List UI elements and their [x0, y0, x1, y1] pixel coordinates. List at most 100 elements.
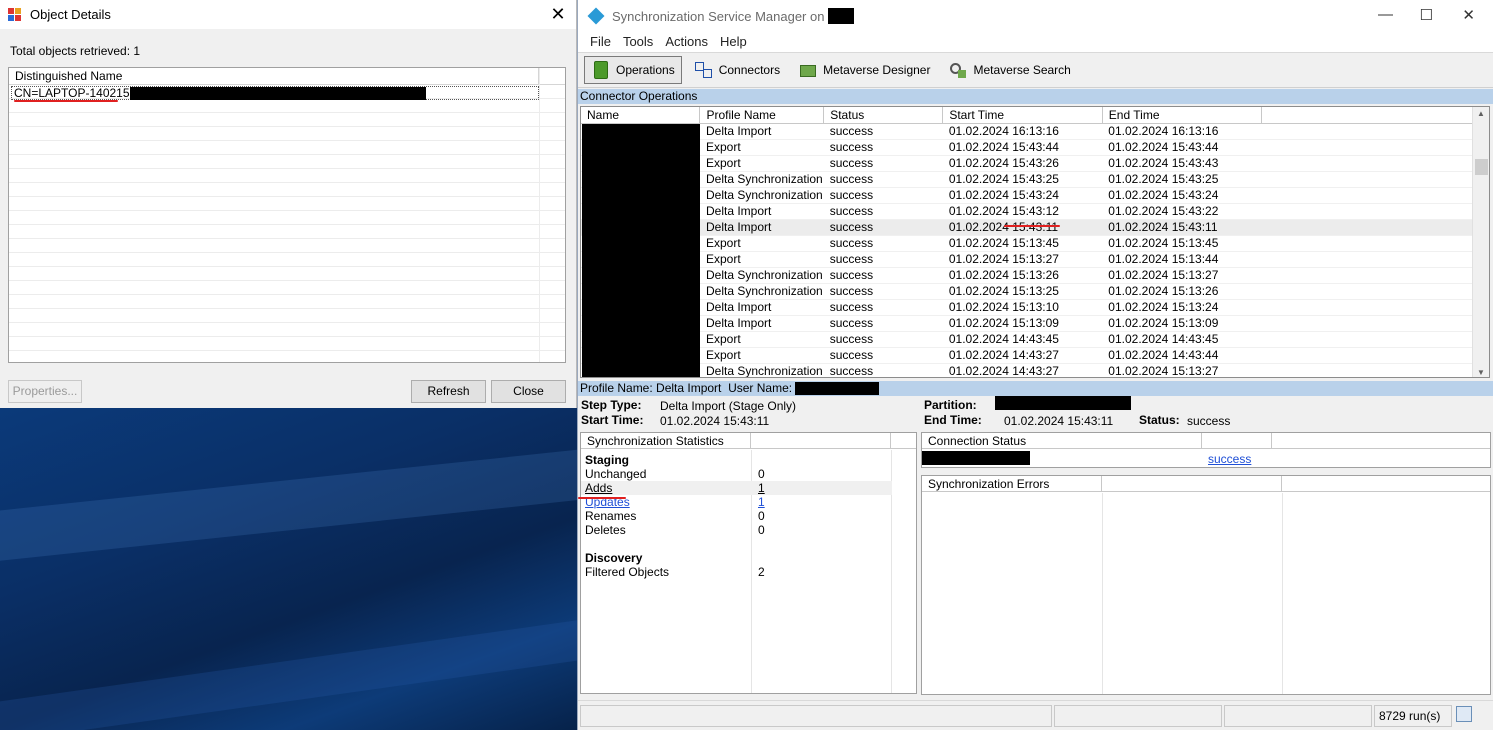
- start-time-cell: 01.02.2024 15:43:11: [942, 219, 1103, 236]
- step-type-label: Step Type:: [581, 398, 642, 412]
- operations-table[interactable]: Name Profile Name Status Start Time End …: [580, 106, 1490, 378]
- operation-row[interactable]: Delta Synchronization success 01.02.2024 1…: [581, 171, 1489, 188]
- profile-name-cell: Export: [699, 235, 824, 252]
- metaverse-search-label: Metaverse Search: [973, 63, 1071, 77]
- column-header-name[interactable]: Name: [581, 107, 701, 124]
- connectors-icon: [694, 60, 714, 80]
- profile-name-cell: Delta Import: [699, 203, 824, 220]
- end-time-cell: 01.02.2024 16:13:16: [1102, 123, 1262, 140]
- maximize-icon[interactable]: ☐: [1420, 6, 1433, 24]
- operation-row[interactable]: Delta Synchronization success 01.02.2024 1…: [581, 363, 1489, 377]
- close-button[interactable]: Close: [491, 380, 566, 403]
- connectors-button[interactable]: Connectors: [688, 56, 786, 84]
- operation-row[interactable]: Delta Synchronization success 01.02.2024 1…: [581, 267, 1489, 284]
- operation-row[interactable]: Delta Import success 01.02.2024 16:13:16 01…: [581, 123, 1489, 140]
- adds-label: Adds: [585, 481, 613, 495]
- operation-row[interactable]: Delta Synchronization success 01.02.2024 1…: [581, 283, 1489, 300]
- status-cell: success: [823, 331, 943, 348]
- sync-errors-panel[interactable]: Synchronization Errors: [921, 475, 1491, 695]
- end-time-cell: 01.02.2024 15:13:27: [1102, 363, 1262, 377]
- column-header-distinguished-name[interactable]: Distinguished Name: [9, 68, 539, 84]
- end-time-cell: 01.02.2024 15:13:44: [1102, 251, 1262, 268]
- operation-row[interactable]: Export success 01.02.2024 15:13:27 01.02.20…: [581, 251, 1489, 268]
- close-window-icon[interactable]: ✕: [1462, 6, 1475, 24]
- profile-name-cell: Delta Synchronization: [699, 187, 824, 204]
- metaverse-designer-button[interactable]: Metaverse Designer: [792, 56, 936, 84]
- status-bar: 8729 run(s): [578, 700, 1493, 730]
- updates-link[interactable]: 1: [758, 495, 765, 509]
- object-details-title: Object Details: [30, 7, 111, 22]
- menu-tools[interactable]: Tools: [617, 32, 659, 52]
- status-icon: [1456, 706, 1472, 722]
- adds-link[interactable]: 1: [758, 481, 765, 495]
- sync-statistics-panel[interactable]: Synchronization Statistics Staging Uncha…: [580, 432, 917, 694]
- redacted-connector-names: [582, 124, 700, 377]
- column-header-profile-name[interactable]: Profile Name: [699, 107, 825, 124]
- start-time-cell: 01.02.2024 15:13:45: [942, 235, 1103, 252]
- connectors-label: Connectors: [718, 63, 781, 77]
- operation-row[interactable]: Delta Import success 01.02.2024 15:43:12 01…: [581, 203, 1489, 220]
- red-annotation-underline: [1004, 225, 1060, 227]
- operation-row[interactable]: Delta Import success 01.02.2024 15:13:09 01…: [581, 315, 1489, 332]
- connection-status-link[interactable]: success: [1208, 452, 1251, 466]
- unchanged-value: 0: [758, 467, 765, 481]
- menu-actions[interactable]: Actions: [659, 32, 714, 52]
- profile-name-cell: Delta Import: [699, 315, 824, 332]
- operation-row[interactable]: Delta Import success 01.02.2024 15:13:10 01…: [581, 299, 1489, 316]
- profile-name-cell: Delta Synchronization: [699, 267, 824, 284]
- profile-name-cell: Delta Synchronization: [699, 283, 824, 300]
- red-annotation-underline: [14, 100, 118, 102]
- operation-row[interactable]: Delta Import success 01.02.2024 15:43:11 01…: [581, 219, 1489, 236]
- step-type-value: Delta Import (Stage Only): [660, 399, 797, 413]
- end-time-cell: 01.02.2024 15:43:24: [1102, 187, 1262, 204]
- operation-row[interactable]: Delta Synchronization success 01.02.2024 1…: [581, 187, 1489, 204]
- start-time-cell: 01.02.2024 15:13:25: [942, 283, 1103, 300]
- metaverse-search-button[interactable]: Metaverse Search: [942, 56, 1076, 84]
- properties-button[interactable]: Properties...: [8, 380, 82, 403]
- start-time-cell: 01.02.2024 15:13:26: [942, 267, 1103, 284]
- end-time-cell: 01.02.2024 15:13:09: [1102, 315, 1262, 332]
- status-label: Status:: [1139, 413, 1180, 427]
- refresh-button[interactable]: Refresh: [411, 380, 486, 403]
- end-time-cell: 01.02.2024 15:13:27: [1102, 267, 1262, 284]
- operation-row[interactable]: Export success 01.02.2024 15:43:44 01.02.20…: [581, 139, 1489, 156]
- minimize-icon[interactable]: —: [1378, 6, 1393, 23]
- status-value: success: [1187, 414, 1231, 428]
- column-header-status[interactable]: Status: [823, 107, 944, 124]
- connection-status-header: Connection Status: [922, 433, 1202, 448]
- operations-scrollbar[interactable]: ▲ ▼: [1472, 107, 1489, 377]
- operation-row[interactable]: Export success 01.02.2024 14:43:27 01.02.20…: [581, 347, 1489, 364]
- column-header-start-time[interactable]: Start Time: [942, 107, 1103, 124]
- start-time-cell: 01.02.2024 14:43:27: [942, 363, 1103, 377]
- discovery-heading: Discovery: [585, 551, 643, 565]
- distinguished-name-cell: CN=LAPTOP-140215: [14, 86, 130, 100]
- objects-grid[interactable]: Distinguished Name CN=LAPTOP-140215: [8, 67, 566, 363]
- start-time-cell: 01.02.2024 15:43:25: [942, 171, 1103, 188]
- operation-row[interactable]: Export success 01.02.2024 15:43:26 01.02.20…: [581, 155, 1489, 172]
- status-cell: success: [823, 123, 943, 140]
- operations-button[interactable]: Operations: [584, 56, 682, 84]
- header-profile-name: Profile Name: Delta Import: [580, 381, 722, 395]
- sync-manager-title: Synchronization Service Manager on: [612, 8, 825, 24]
- profile-name-cell: Export: [699, 347, 824, 364]
- status-cell: success: [823, 155, 943, 172]
- operation-row[interactable]: Export success 01.02.2024 15:13:45 01.02.20…: [581, 235, 1489, 252]
- start-time-cell: 01.02.2024 15:13:10: [942, 299, 1103, 316]
- table-row[interactable]: CN=LAPTOP-140215: [9, 85, 565, 100]
- column-header-end-time[interactable]: End Time: [1102, 107, 1263, 124]
- status-cell: success: [823, 187, 943, 204]
- start-time-cell: 01.02.2024 16:13:16: [942, 123, 1103, 140]
- scrollbar-thumb[interactable]: [1475, 159, 1488, 175]
- profile-name-cell: Export: [699, 139, 824, 156]
- status-cell: success: [823, 171, 943, 188]
- connection-status-panel[interactable]: Connection Status success: [921, 432, 1491, 468]
- metaverse-designer-label: Metaverse Designer: [823, 63, 931, 77]
- menu-help[interactable]: Help: [714, 32, 753, 52]
- menu-file[interactable]: File: [584, 32, 617, 52]
- sync-service-manager-window: Synchronization Service Manager on — ☐ ✕…: [577, 0, 1493, 730]
- connector-operations-header: Connector Operations: [578, 89, 1493, 104]
- close-icon[interactable]: ✕: [548, 4, 568, 25]
- profile-name-cell: Delta Import: [699, 123, 824, 140]
- operation-row[interactable]: Export success 01.02.2024 14:43:45 01.02.20…: [581, 331, 1489, 348]
- end-time-cell: 01.02.2024 15:43:44: [1102, 139, 1262, 156]
